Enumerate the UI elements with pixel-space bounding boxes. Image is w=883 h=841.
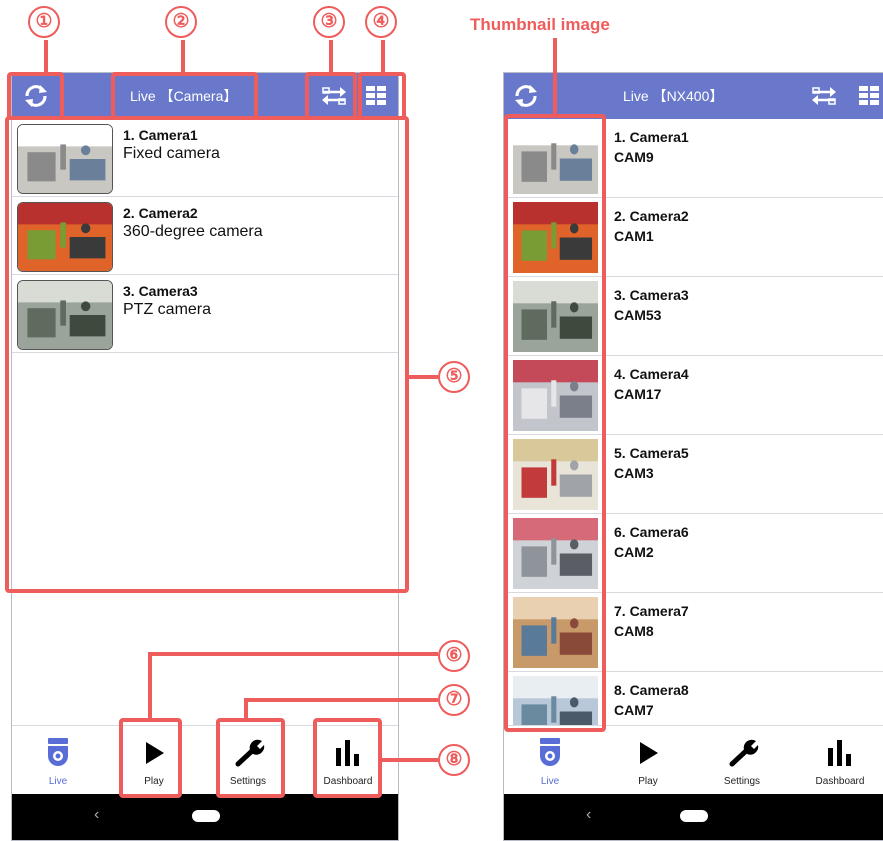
camera-name: 4. Camera4 bbox=[614, 366, 689, 382]
camera-name: 8. Camera8 bbox=[614, 682, 689, 698]
connector-line bbox=[148, 652, 438, 656]
marker-3: ③ bbox=[313, 6, 345, 38]
connector-line bbox=[244, 698, 438, 702]
page-title: Live 【NX400】 bbox=[623, 88, 724, 104]
home-pill-icon[interactable] bbox=[192, 810, 220, 822]
connector-line bbox=[44, 40, 48, 73]
nav-dashboard[interactable]: Dashboard bbox=[800, 726, 880, 798]
connector-line bbox=[381, 758, 438, 762]
marker-6: ⑥ bbox=[438, 640, 470, 672]
marker-2: ② bbox=[165, 6, 197, 38]
grid-icon[interactable] bbox=[859, 86, 879, 111]
connector-line bbox=[406, 375, 438, 379]
highlight-refresh bbox=[7, 72, 64, 120]
system-nav-bar: ‹ bbox=[12, 794, 398, 840]
camera-subtitle: CAM2 bbox=[614, 544, 654, 560]
nav-label: Play bbox=[638, 776, 658, 787]
camera-dome-icon bbox=[48, 738, 68, 766]
switch-view-icon[interactable] bbox=[810, 84, 838, 113]
connector-line bbox=[553, 38, 557, 117]
camera-name: 2. Camera2 bbox=[614, 208, 689, 224]
nav-label: Live bbox=[540, 776, 560, 787]
marker-4: ④ bbox=[365, 6, 397, 38]
nav-live[interactable]: Live bbox=[510, 726, 590, 798]
camera-name: 6. Camera6 bbox=[614, 524, 689, 540]
nav-label: Dashboard bbox=[815, 776, 865, 787]
top-bar: Live 【NX400】 bbox=[504, 73, 883, 119]
camera-subtitle: CAM7 bbox=[614, 702, 654, 718]
marker-5: ⑤ bbox=[438, 361, 470, 393]
back-chevron-icon[interactable]: ‹ bbox=[94, 806, 99, 824]
highlight-title bbox=[111, 72, 258, 120]
camera-subtitle: CAM8 bbox=[614, 623, 654, 639]
bottom-nav: Live Play Settings Dashboard bbox=[504, 725, 883, 797]
connector-line bbox=[329, 40, 333, 73]
camera-name: 1. Camera1 bbox=[614, 129, 689, 145]
camera-subtitle: CAM53 bbox=[614, 307, 662, 323]
camera-subtitle: CAM1 bbox=[614, 228, 654, 244]
camera-dome-icon bbox=[540, 738, 560, 766]
play-icon bbox=[640, 742, 658, 764]
camera-subtitle: CAM17 bbox=[614, 386, 662, 402]
bar-chart-icon bbox=[828, 740, 851, 766]
connector-line bbox=[181, 40, 185, 73]
connector-line bbox=[381, 40, 385, 73]
wrench-icon bbox=[729, 739, 759, 767]
thumbnail-caption: Thumbnail image bbox=[470, 15, 610, 34]
camera-subtitle: CAM9 bbox=[614, 149, 654, 165]
connector-line bbox=[148, 652, 152, 722]
highlight-camera-list bbox=[5, 116, 409, 593]
nav-label: Live bbox=[48, 776, 68, 787]
camera-name: 3. Camera3 bbox=[614, 287, 689, 303]
back-chevron-icon[interactable]: ‹ bbox=[586, 806, 591, 824]
highlight-play bbox=[119, 718, 182, 798]
home-pill-icon[interactable] bbox=[680, 810, 708, 822]
nav-settings[interactable]: Settings bbox=[702, 726, 782, 798]
nav-label: Settings bbox=[723, 776, 761, 787]
marker-8: ⑧ bbox=[438, 744, 470, 776]
highlight-thumbnails bbox=[504, 114, 606, 732]
camera-subtitle: CAM3 bbox=[614, 465, 654, 481]
camera-name: 7. Camera7 bbox=[614, 603, 689, 619]
nav-live[interactable]: Live bbox=[18, 726, 98, 798]
camera-name: 5. Camera5 bbox=[614, 445, 689, 461]
highlight-switch bbox=[305, 72, 357, 120]
refresh-icon[interactable] bbox=[513, 83, 539, 114]
marker-7: ⑦ bbox=[438, 684, 470, 716]
highlight-dashboard bbox=[313, 718, 382, 798]
marker-1: ① bbox=[28, 6, 60, 38]
system-nav-bar: ‹ bbox=[504, 794, 883, 840]
highlight-grid bbox=[358, 72, 406, 120]
nav-play[interactable]: Play bbox=[608, 726, 688, 798]
highlight-settings bbox=[216, 718, 285, 798]
